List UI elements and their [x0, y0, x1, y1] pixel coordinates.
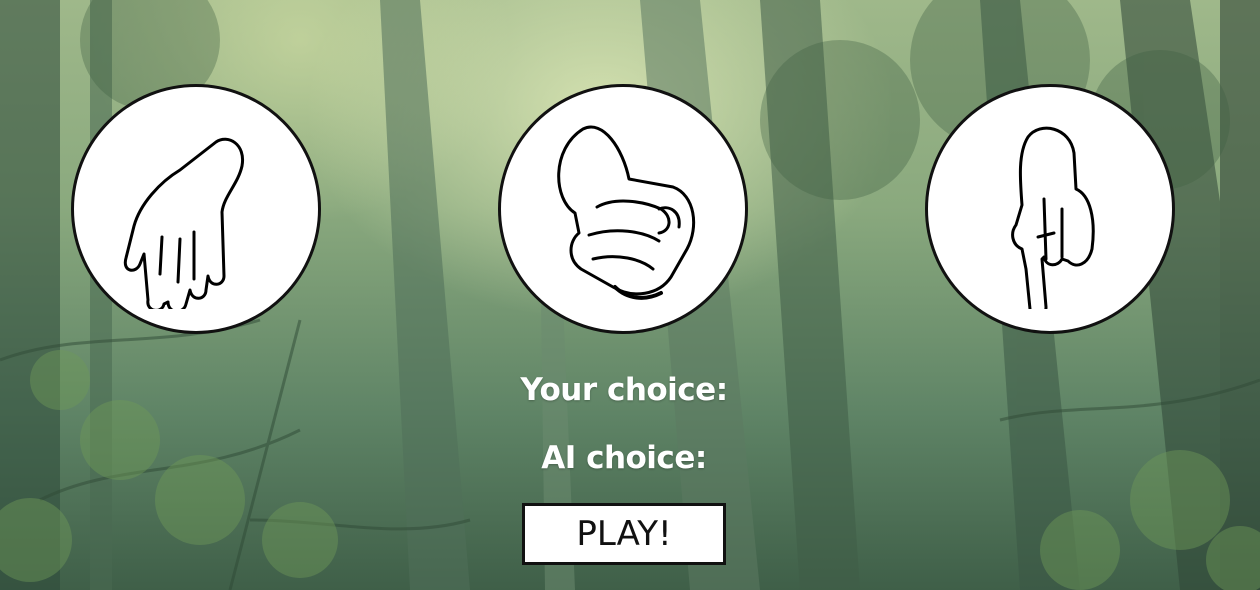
paper-choice-button[interactable]: [71, 84, 321, 334]
scissors-choice-button[interactable]: [925, 84, 1175, 334]
your-choice-label: Your choice:: [520, 372, 728, 408]
paper-hand-icon: [123, 137, 245, 309]
scissors-hand-icon: [1011, 126, 1095, 309]
play-button[interactable]: PLAY!: [522, 503, 726, 565]
rock-choice-button[interactable]: [498, 84, 748, 334]
rock-fist-icon: [557, 125, 696, 300]
ai-choice-label: AI choice:: [541, 440, 707, 476]
